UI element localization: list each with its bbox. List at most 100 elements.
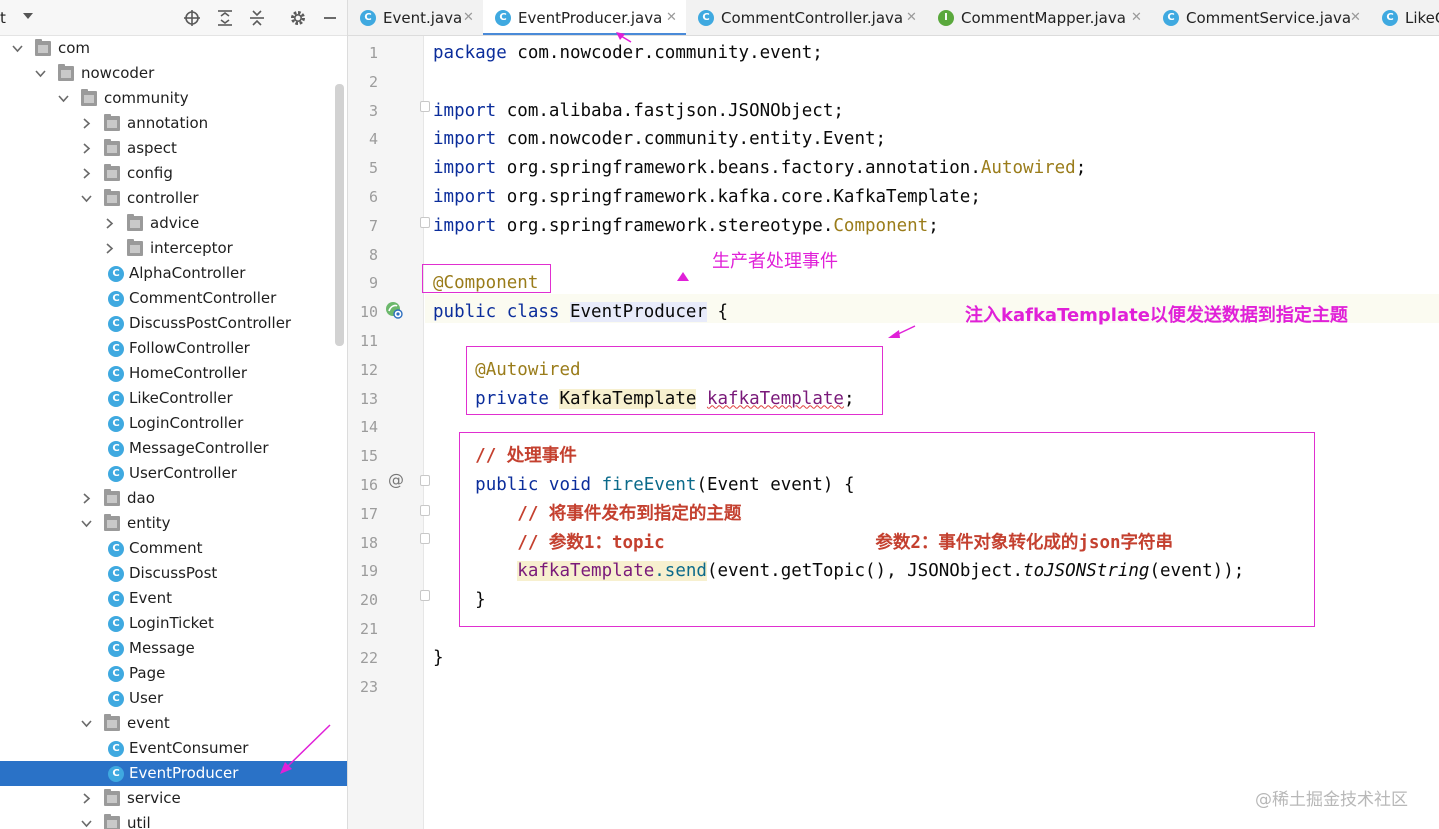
- class-icon: C: [108, 266, 124, 282]
- code-line[interactable]: import org.springframework.kafka.core.Ka…: [433, 186, 981, 208]
- class-icon: C: [1163, 10, 1179, 26]
- chevron-right-icon[interactable]: [81, 493, 92, 504]
- tree-item-class[interactable]: C Event: [0, 586, 347, 611]
- tree-item-package[interactable]: config: [0, 161, 347, 186]
- tree-item-class[interactable]: C LoginTicket: [0, 611, 347, 636]
- line-number: 16: [359, 476, 378, 494]
- tree-item-label: FollowController: [129, 339, 250, 357]
- code-line[interactable]: }: [433, 647, 444, 669]
- close-icon[interactable]: ✕: [1131, 10, 1142, 25]
- tab-label: CommentController.java: [721, 9, 904, 27]
- code-token: package: [433, 43, 518, 63]
- tree-item-label: AlphaController: [129, 264, 246, 282]
- code-line[interactable]: import com.alibaba.fastjson.JSONObject;: [433, 100, 844, 122]
- tree-item-package[interactable]: controller: [0, 186, 347, 211]
- spring-bean-icon[interactable]: [384, 300, 404, 320]
- chevron-right-icon[interactable]: [81, 793, 92, 804]
- gear-icon[interactable]: [289, 9, 307, 27]
- tree-item-label: Event: [129, 589, 172, 607]
- fold-marker-icon[interactable]: [420, 590, 430, 601]
- chevron-right-icon[interactable]: [81, 118, 92, 129]
- close-icon[interactable]: ✕: [906, 10, 917, 25]
- class-icon: C: [1382, 10, 1398, 26]
- editor-tab[interactable]: C EventProducer.java ✕: [483, 0, 686, 35]
- tree-item-package[interactable]: interceptor: [0, 236, 347, 261]
- chevron-right-icon[interactable]: [104, 243, 115, 254]
- tree-item-package[interactable]: advice: [0, 211, 347, 236]
- locate-icon[interactable]: [183, 9, 201, 27]
- class-icon: C: [108, 641, 124, 657]
- line-number: 12: [359, 360, 378, 379]
- tree-item-package[interactable]: event: [0, 711, 347, 736]
- code-line[interactable]: import com.nowcoder.community.entity.Eve…: [433, 128, 886, 150]
- tree-item-class[interactable]: C User: [0, 686, 347, 711]
- fold-marker-icon[interactable]: [420, 217, 430, 228]
- tree-item-class[interactable]: C AlphaController: [0, 261, 347, 286]
- fold-marker-icon[interactable]: [420, 101, 430, 112]
- chevron-down-icon[interactable]: [81, 193, 92, 204]
- tree-item-package[interactable]: nowcoder: [0, 61, 347, 86]
- close-icon[interactable]: ✕: [666, 10, 677, 25]
- tree-item-class[interactable]: C Comment: [0, 536, 347, 561]
- chevron-down-icon[interactable]: [35, 68, 46, 79]
- tree-item-class[interactable]: C CommentController: [0, 286, 347, 311]
- chevron-down-icon[interactable]: [12, 43, 23, 54]
- code-line[interactable]: import org.springframework.beans.factory…: [433, 157, 1086, 179]
- fold-marker-icon[interactable]: [420, 505, 430, 516]
- tree-item-package[interactable]: entity: [0, 511, 347, 536]
- tree-item-package[interactable]: aspect: [0, 136, 347, 161]
- code-line[interactable]: public class EventProducer {: [433, 301, 728, 323]
- expand-all-icon[interactable]: [216, 9, 234, 27]
- tree-item-class[interactable]: C FollowController: [0, 336, 347, 361]
- editor-tab[interactable]: C Event.java ✕: [348, 0, 483, 35]
- chevron-right-icon[interactable]: [81, 143, 92, 154]
- tree-item-class[interactable]: C MessageController: [0, 436, 347, 461]
- chevron-right-icon[interactable]: [81, 168, 92, 179]
- tree-item-class[interactable]: C EventProducer: [0, 761, 347, 786]
- code-line[interactable]: import org.springframework.stereotype.Co…: [433, 215, 939, 237]
- class-icon: C: [698, 10, 714, 26]
- fold-marker-icon[interactable]: [420, 475, 430, 486]
- chevron-down-icon[interactable]: [22, 10, 34, 22]
- tree-item-package[interactable]: annotation: [0, 111, 347, 136]
- tree-item-package[interactable]: util: [0, 811, 347, 829]
- close-icon[interactable]: ✕: [463, 10, 474, 25]
- chevron-right-icon[interactable]: [104, 218, 115, 229]
- annotation-gutter-icon[interactable]: @: [388, 470, 404, 489]
- editor-tab[interactable]: I CommentMapper.java ✕: [926, 0, 1151, 35]
- folder-icon: [104, 489, 120, 506]
- tree-item-class[interactable]: C HomeController: [0, 361, 347, 386]
- tree-item-class[interactable]: C Page: [0, 661, 347, 686]
- chevron-down-icon[interactable]: [58, 93, 69, 104]
- tree-item-class[interactable]: C LikeController: [0, 386, 347, 411]
- tree-scrollbar[interactable]: [335, 84, 344, 346]
- tree-item-label: entity: [127, 514, 171, 532]
- chevron-down-icon[interactable]: [81, 718, 92, 729]
- tree-item-label: controller: [127, 189, 199, 207]
- editor-tab[interactable]: C CommentController.java ✕: [686, 0, 926, 35]
- tree-item-class[interactable]: C EventConsumer: [0, 736, 347, 761]
- minimize-icon[interactable]: [321, 9, 339, 27]
- tree-item-package[interactable]: dao: [0, 486, 347, 511]
- tree-item-package[interactable]: community: [0, 86, 347, 111]
- line-number: 8: [368, 245, 378, 264]
- producer-note: 生产者处理事件: [712, 251, 838, 272]
- close-icon[interactable]: ✕: [1350, 10, 1361, 25]
- chevron-down-icon[interactable]: [81, 518, 92, 529]
- tree-item-class[interactable]: C LoginController: [0, 411, 347, 436]
- tree-item-class[interactable]: C Message: [0, 636, 347, 661]
- fold-marker-icon[interactable]: [420, 533, 430, 544]
- collapse-all-icon[interactable]: [248, 9, 266, 27]
- code-line[interactable]: package com.nowcoder.community.event;: [433, 42, 823, 64]
- editor-tab[interactable]: C CommentService.java ✕: [1151, 0, 1370, 35]
- editor-tab[interactable]: C LikeC: [1370, 0, 1439, 35]
- line-number: 19: [359, 562, 378, 581]
- tree-item-class[interactable]: C DiscussPostController: [0, 311, 347, 336]
- tree-item-class[interactable]: C UserController: [0, 461, 347, 486]
- project-view-title[interactable]: t: [0, 9, 6, 27]
- tree-item-package[interactable]: com: [0, 36, 347, 61]
- chevron-down-icon[interactable]: [81, 818, 92, 829]
- tree-item-class[interactable]: C DiscussPost: [0, 561, 347, 586]
- tree-item-package[interactable]: service: [0, 786, 347, 811]
- line-number: 14: [359, 418, 378, 437]
